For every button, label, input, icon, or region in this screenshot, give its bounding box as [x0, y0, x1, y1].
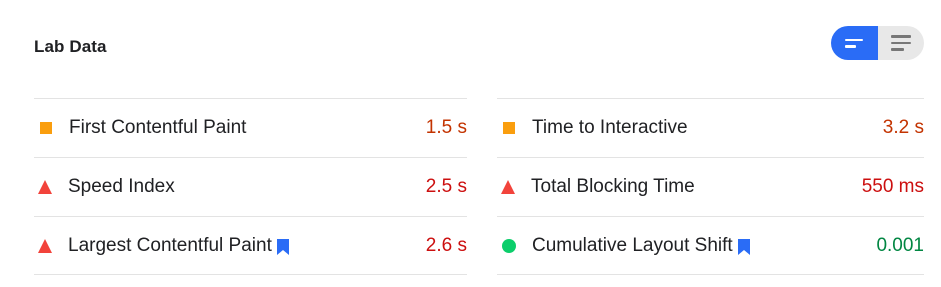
- metric-label-text: Total Blocking Time: [531, 176, 695, 197]
- metric-value: 550 ms: [861, 176, 924, 197]
- metric-value: 0.001: [876, 234, 924, 256]
- metric-value: 2.5 s: [425, 176, 467, 197]
- metric-row-largest-contentful-paint: Largest Contentful Paint 2.6 s: [34, 216, 467, 275]
- metric-label-text: Cumulative Layout Shift: [532, 234, 733, 256]
- metric-value: 3.2 s: [882, 117, 924, 138]
- metric-row-first-contentful-paint: First Contentful Paint 1.5 s: [34, 98, 467, 157]
- metric-value: 2.6 s: [425, 234, 467, 256]
- view-toggle: [831, 26, 924, 60]
- metric-label: First Contentful Paint: [69, 117, 246, 139]
- metrics-column-right: Time to Interactive 3.2 s Total Blocking…: [497, 98, 924, 275]
- triangle-icon: [38, 180, 52, 194]
- metric-label: Time to Interactive: [532, 117, 688, 139]
- list-view-icon: [890, 35, 911, 51]
- triangle-icon: [501, 180, 515, 194]
- metric-row-time-to-interactive: Time to Interactive 3.2 s: [497, 98, 924, 157]
- metric-row-total-blocking-time: Total Blocking Time 550 ms: [497, 157, 924, 216]
- triangle-icon: [38, 238, 52, 253]
- metric-label: Cumulative Layout Shift: [532, 235, 750, 257]
- circle-icon: [502, 238, 516, 253]
- metric-label-text: Largest Contentful Paint: [68, 234, 272, 256]
- opportunity-view-icon: [845, 38, 864, 48]
- section-title: Lab Data: [34, 37, 107, 56]
- metric-row-speed-index: Speed Index 2.5 s: [34, 157, 467, 216]
- metric-label-text: Speed Index: [68, 176, 175, 197]
- metric-label-text: First Contentful Paint: [69, 117, 247, 138]
- square-icon: [503, 122, 515, 134]
- list-view-button[interactable]: [877, 26, 924, 60]
- bookmark-icon: [737, 238, 750, 255]
- opportunity-view-button[interactable]: [831, 26, 878, 60]
- metric-label: Largest Contentful Paint: [68, 235, 289, 257]
- metrics-column-left: First Contentful Paint 1.5 s Speed Index…: [34, 98, 467, 275]
- metric-value: 1.5 s: [425, 117, 467, 138]
- metric-label-text: Time to Interactive: [532, 117, 688, 138]
- square-icon: [40, 122, 52, 134]
- metric-label: Speed Index: [68, 176, 175, 198]
- metric-label: Total Blocking Time: [531, 176, 695, 198]
- bookmark-icon: [276, 238, 289, 255]
- metric-row-cumulative-layout-shift: Cumulative Layout Shift 0.001: [497, 216, 924, 275]
